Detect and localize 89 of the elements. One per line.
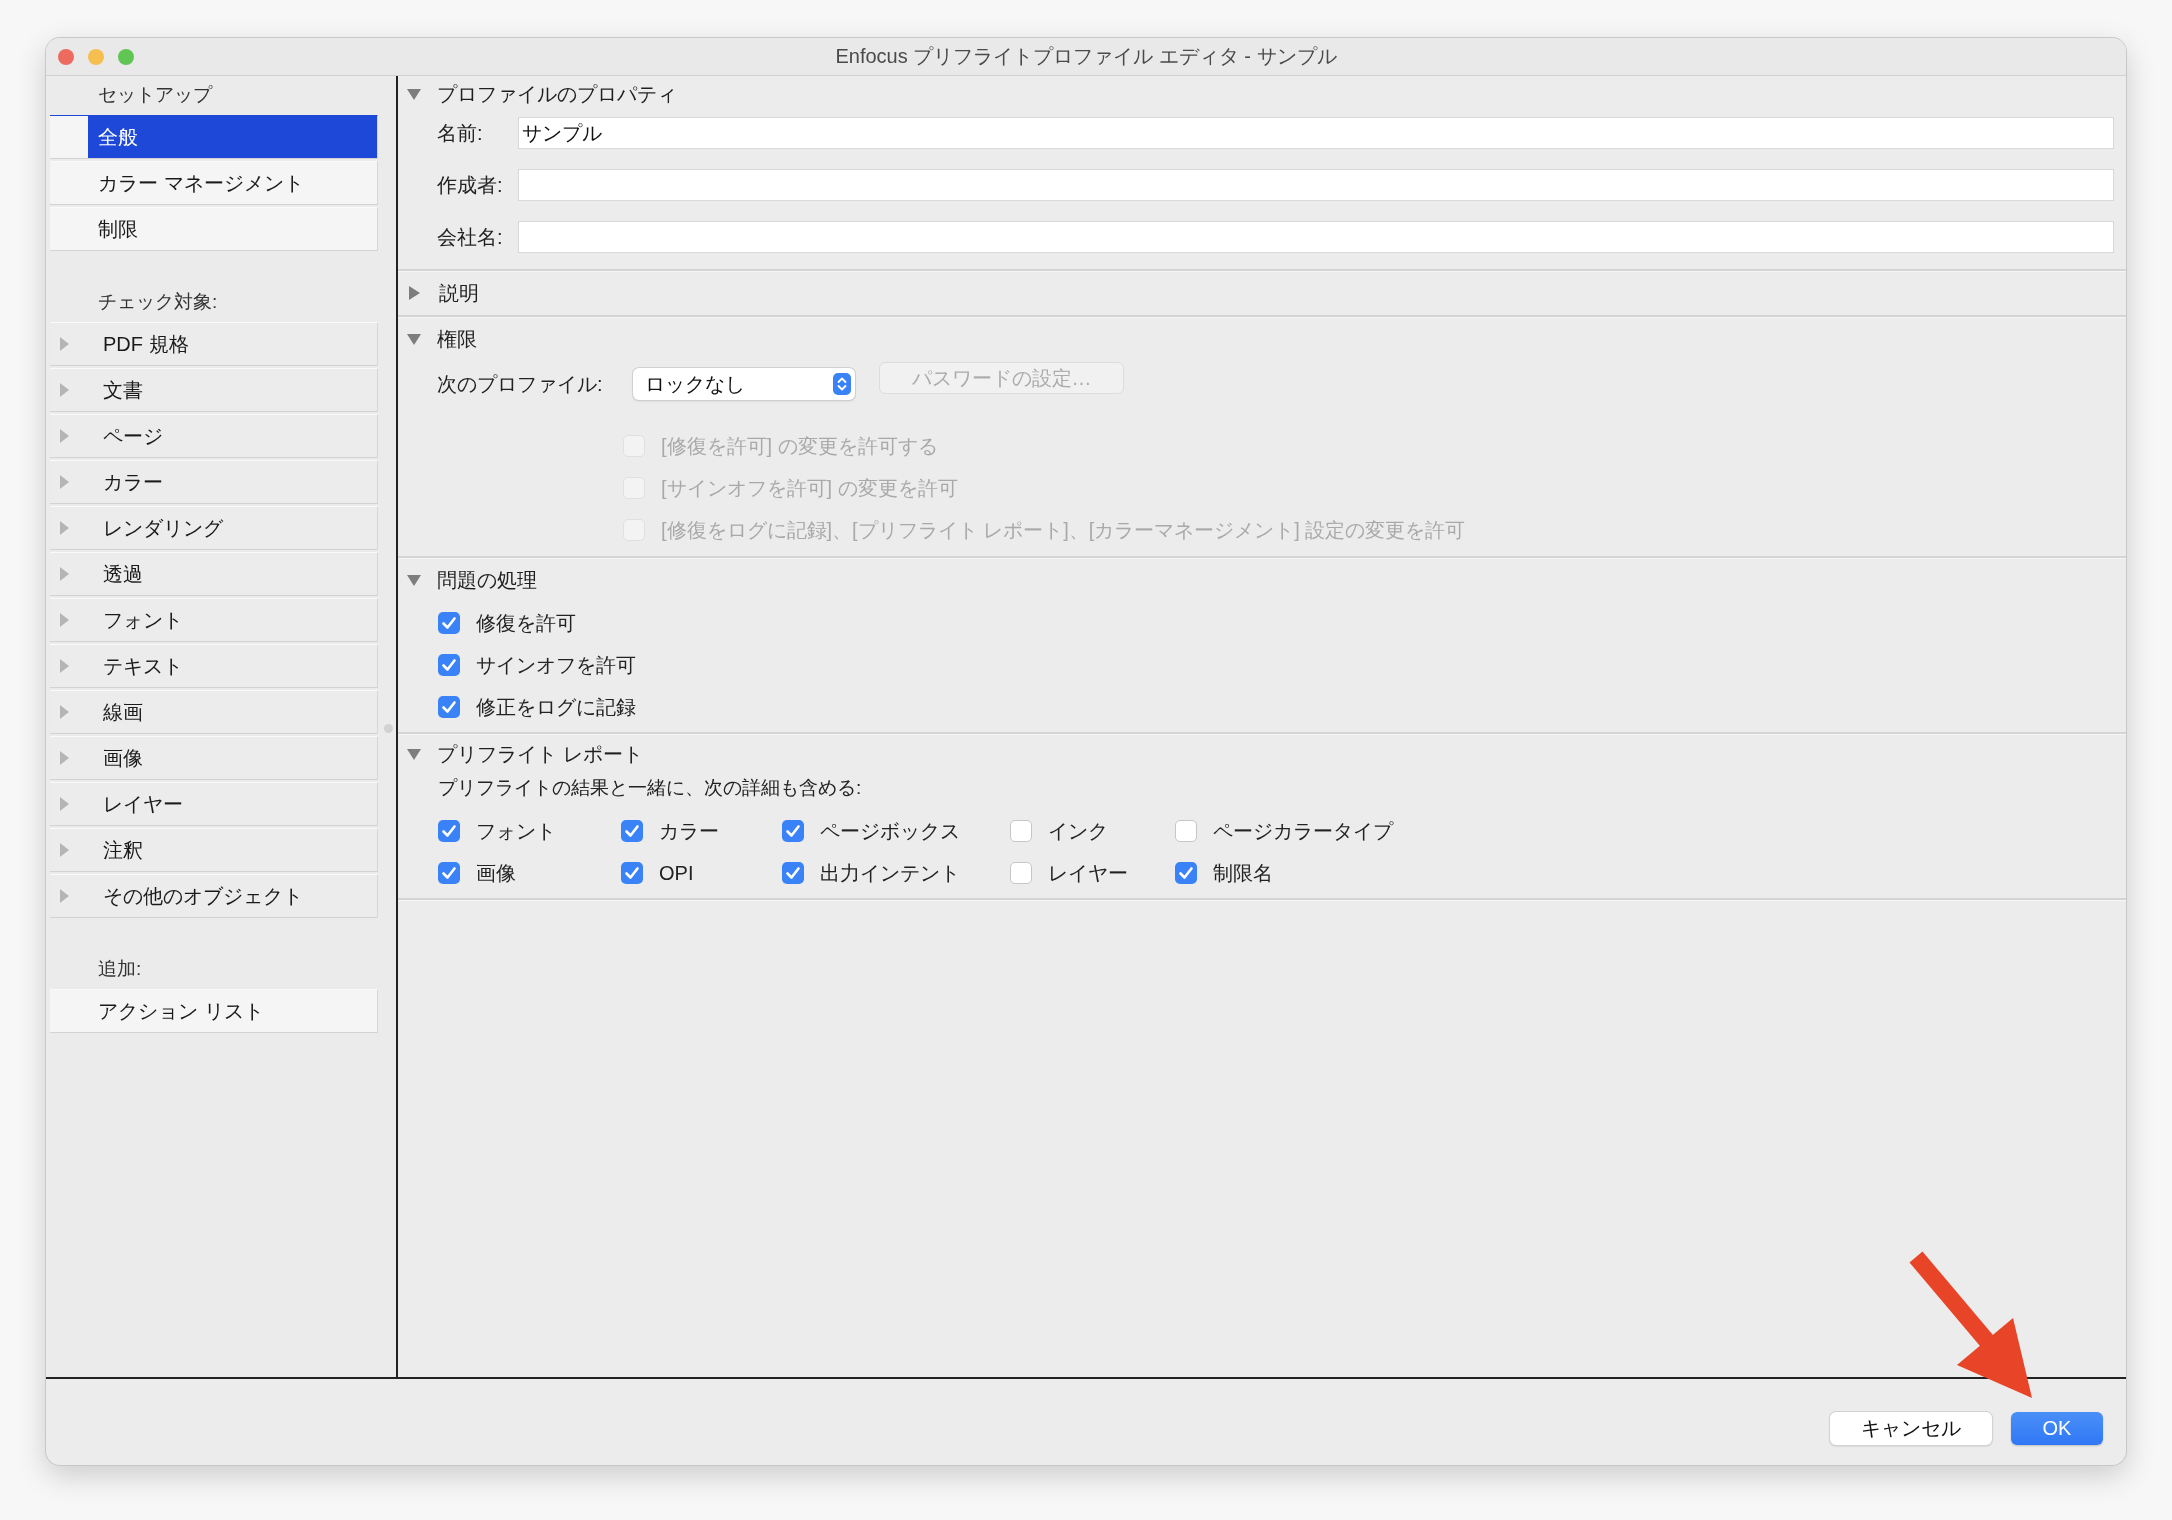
checkbox-label: レイヤー: [1048, 860, 1128, 886]
section-title: 問題の処理: [437, 567, 537, 593]
dropdown[interactable]: ロックなし: [633, 368, 855, 400]
checkbox-label: [修復をログに記録]、[プリフライト レポート]、[カラーマネージメント] 設定の変更を許可: [661, 517, 1466, 543]
zoom-button[interactable]: [118, 49, 134, 65]
checkbox-label: フォント: [476, 818, 556, 844]
checkbox[interactable]: [621, 820, 643, 842]
checkbox-label: インク: [1048, 818, 1108, 844]
sidebar-heading: 追加:: [98, 956, 142, 981]
checkbox-label: カラー: [659, 818, 719, 844]
splitter-handle[interactable]: [384, 724, 393, 733]
checkbox-label: ページボックス: [820, 818, 960, 844]
triangle-icon[interactable]: [60, 613, 69, 627]
section-title: プリフライト レポート: [437, 741, 643, 767]
checkbox-label: 出力インテント: [820, 860, 960, 886]
sidebar-item[interactable]: 注釈: [50, 828, 378, 872]
checkbox[interactable]: [1010, 820, 1032, 842]
triangle-icon[interactable]: [60, 751, 69, 765]
checkbox[interactable]: [1175, 820, 1197, 842]
checkbox-label: 画像: [476, 860, 516, 886]
triangle-icon[interactable]: [407, 748, 421, 760]
sidebar-item[interactable]: 線画: [50, 690, 378, 734]
triangle-icon[interactable]: [409, 286, 420, 300]
stepper-icon: [833, 373, 851, 395]
section-title: プロファイルのプロパティ: [437, 82, 677, 107]
report-description: プリフライトの結果と一緒に、次の詳細も含める:: [438, 776, 862, 800]
field-label: 会社名:: [437, 224, 504, 250]
checkbox[interactable]: [438, 654, 460, 676]
triangle-icon[interactable]: [407, 333, 421, 345]
checkbox-label: 制限名: [1213, 860, 1273, 886]
triangle-icon[interactable]: [60, 705, 69, 719]
checkbox-label: ページカラータイプ: [1213, 818, 1393, 844]
text-field[interactable]: [518, 221, 2114, 253]
checkbox[interactable]: [1175, 862, 1197, 884]
sidebar-heading: セットアップ: [98, 82, 212, 107]
checkbox-label: [サインオフを許可] の変更を許可: [661, 475, 958, 501]
sidebar-item[interactable]: フォント: [50, 598, 378, 642]
checkbox[interactable]: [438, 862, 460, 884]
triangle-icon[interactable]: [60, 383, 69, 397]
triangle-icon[interactable]: [407, 89, 421, 100]
sidebar-item[interactable]: 全般: [50, 115, 378, 159]
close-button[interactable]: [58, 49, 74, 65]
checkbox[interactable]: [438, 696, 460, 718]
text-field[interactable]: [518, 169, 2114, 201]
checkbox[interactable]: [782, 862, 804, 884]
sidebar-item[interactable]: カラー: [50, 460, 378, 504]
sidebar-item[interactable]: 制限: [50, 207, 378, 251]
checkbox[interactable]: [782, 820, 804, 842]
triangle-icon[interactable]: [60, 889, 69, 903]
text-field[interactable]: サンプル: [518, 117, 2114, 149]
field-label: 作成者:: [437, 172, 504, 198]
sidebar-item[interactable]: アクション リスト: [50, 989, 378, 1033]
field-label: 次のプロファイル:: [437, 371, 604, 397]
sidebar-item[interactable]: 透過: [50, 552, 378, 596]
checkbox[interactable]: [438, 820, 460, 842]
sidebar-item[interactable]: 画像: [50, 736, 378, 780]
checkbox-label: [修復を許可] の変更を許可する: [661, 433, 938, 459]
checkbox[interactable]: [621, 862, 643, 884]
section-title: 権限: [437, 326, 477, 352]
triangle-icon[interactable]: [60, 567, 69, 581]
sidebar-item[interactable]: カラー マネージメント: [50, 161, 378, 205]
checkbox-label: サインオフを許可: [476, 652, 636, 678]
section-title: 説明: [439, 280, 479, 306]
triangle-icon[interactable]: [60, 337, 69, 351]
sidebar-item[interactable]: レイヤー: [50, 782, 378, 826]
checkbox-label: 修正をログに記録: [476, 694, 636, 720]
ok-button[interactable]: OK: [2011, 1412, 2103, 1445]
sidebar-item[interactable]: ページ: [50, 414, 378, 458]
triangle-icon[interactable]: [407, 574, 421, 586]
checkbox[interactable]: [438, 612, 460, 634]
checkbox-label: 修復を許可: [476, 610, 576, 636]
checkbox-label: OPI: [659, 861, 694, 885]
triangle-icon[interactable]: [60, 475, 69, 489]
sidebar-item[interactable]: 文書: [50, 368, 378, 412]
triangle-icon[interactable]: [60, 843, 69, 857]
checkbox[interactable]: [1010, 862, 1032, 884]
triangle-icon[interactable]: [60, 659, 69, 673]
sidebar-item[interactable]: PDF 規格: [50, 322, 378, 366]
window-title: Enfocus プリフライトプロファイル エディタ - サンプル: [835, 44, 1337, 69]
triangle-icon[interactable]: [60, 521, 69, 535]
minimize-button[interactable]: [88, 49, 104, 65]
sidebar-item[interactable]: テキスト: [50, 644, 378, 688]
sidebar-item[interactable]: レンダリング: [50, 506, 378, 550]
sidebar-item[interactable]: その他のオブジェクト: [50, 874, 378, 918]
field-label: 名前:: [437, 120, 484, 146]
cancel-button[interactable]: キャンセル: [1830, 1412, 1992, 1445]
sidebar-heading: チェック対象:: [98, 289, 218, 314]
triangle-icon[interactable]: [60, 429, 69, 443]
triangle-icon[interactable]: [60, 797, 69, 811]
